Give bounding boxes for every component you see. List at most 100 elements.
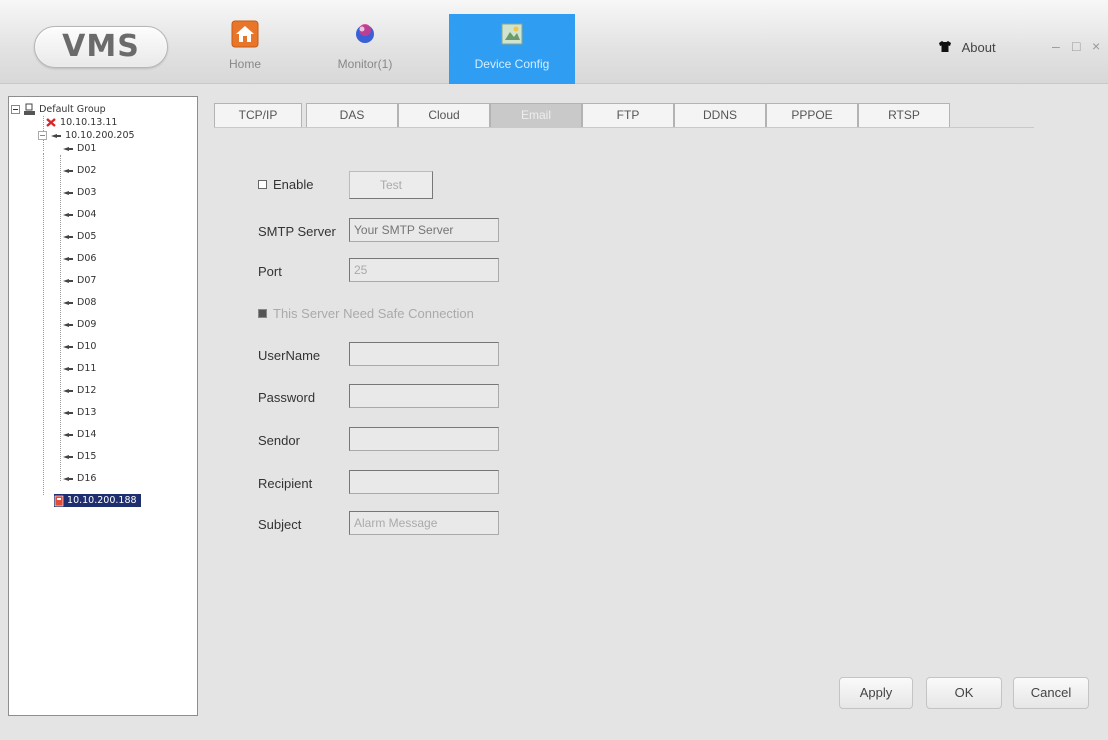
camera-icon (62, 187, 74, 198)
smtp-server-input[interactable] (349, 218, 499, 242)
tree-channel-item[interactable]: D13 (62, 406, 96, 419)
tab-rtsp[interactable]: RTSP (858, 103, 950, 127)
channel-label: D09 (77, 319, 97, 330)
tree-channel-item[interactable]: D12 (62, 384, 96, 397)
tshirt-icon (938, 40, 956, 55)
channel-label: D02 (77, 165, 97, 176)
channel-label: D03 (77, 187, 97, 198)
tree-channel-item[interactable]: D14 (62, 428, 96, 441)
about-label: About (961, 40, 996, 55)
tree-root-label: Default Group (39, 104, 106, 115)
camera-icon (62, 165, 74, 176)
tree-channel-item[interactable]: D16 (62, 472, 96, 485)
password-label: Password (258, 390, 316, 405)
tree-channel-item[interactable]: D06 (62, 252, 96, 265)
sendor-input[interactable] (349, 427, 499, 451)
camera-icon (62, 231, 74, 242)
online-device-icon (50, 130, 65, 141)
nav-device-config-button[interactable]: Device Config (449, 14, 575, 84)
tree-channel-item[interactable]: D05 (62, 230, 96, 243)
tree-channel-item[interactable]: D03 (62, 186, 96, 199)
subject-input[interactable] (349, 511, 499, 535)
sendor-label: Sendor (258, 433, 300, 448)
nav-monitor-button[interactable]: Monitor(1) (300, 14, 430, 84)
tab-tcp-ip[interactable]: TCP/IP (214, 103, 302, 127)
tab-ftp[interactable]: FTP (582, 103, 674, 127)
channel-label: D12 (77, 385, 97, 396)
tree-device-offline[interactable]: 10.10.13.11 (45, 116, 117, 129)
camera-icon (62, 473, 74, 484)
device-label: 10.10.13.11 (60, 117, 118, 128)
camera-icon (62, 319, 74, 330)
tree-channel-item[interactable]: D15 (62, 450, 96, 463)
channel-label: D16 (77, 473, 97, 484)
ok-button[interactable]: OK (926, 677, 1002, 709)
device-label: 10.10.200.188 (67, 495, 137, 506)
username-input[interactable] (349, 342, 499, 366)
title-bar: VMS Home Monitor(1) Device Config About … (0, 0, 1108, 84)
cancel-button[interactable]: Cancel (1013, 677, 1089, 709)
tree-channel-item[interactable]: D04 (62, 208, 96, 221)
tree-device-online[interactable]: 10.10.200.205 (38, 129, 135, 142)
channel-label: D13 (77, 407, 97, 418)
test-button[interactable]: Test (349, 171, 433, 199)
tree-channel-item[interactable]: D02 (62, 164, 96, 177)
about-button[interactable]: About (938, 40, 996, 55)
camera-icon (62, 363, 74, 374)
app-logo: VMS (34, 26, 168, 68)
tree-root-default-group[interactable]: Default Group (11, 103, 106, 116)
enable-checkbox[interactable] (258, 180, 267, 189)
username-label: UserName (258, 348, 321, 363)
channel-label: D10 (77, 341, 97, 352)
nav-monitor-label: Monitor(1) (337, 57, 393, 71)
camera-icon (62, 297, 74, 308)
apply-button[interactable]: Apply (839, 677, 913, 709)
channel-label: D04 (77, 209, 97, 220)
collapse-icon[interactable] (38, 130, 50, 141)
tree-device-selected[interactable]: 10.10.200.188 (54, 494, 141, 507)
password-input[interactable] (349, 384, 499, 408)
channel-label: D15 (77, 451, 97, 462)
channel-label: D11 (77, 363, 97, 374)
maximize-icon[interactable]: □ (1072, 38, 1080, 54)
port-label: Port (258, 264, 282, 279)
port-input[interactable] (349, 258, 499, 282)
channel-label: D08 (77, 297, 97, 308)
tab-das[interactable]: DAS (306, 103, 398, 127)
tab-email[interactable]: Email (490, 103, 582, 127)
nav-home-button[interactable]: Home (210, 14, 280, 84)
tab-cloud[interactable]: Cloud (398, 103, 490, 127)
group-icon (23, 103, 39, 115)
minimize-icon[interactable]: – (1052, 38, 1060, 54)
device-config-icon (449, 20, 575, 51)
channel-label: D07 (77, 275, 97, 286)
camera-icon (62, 209, 74, 220)
safe-connection-checkbox[interactable] (258, 309, 267, 318)
recipient-input[interactable] (349, 470, 499, 494)
tab-divider (214, 127, 1034, 128)
offline-device-icon (45, 117, 60, 128)
channel-label: D14 (77, 429, 97, 440)
safe-connection-label: This Server Need Safe Connection (273, 306, 474, 321)
tree-channel-item[interactable]: D08 (62, 296, 96, 309)
device-tree: Default Group 10.10.13.11 10.10.200.205 … (8, 96, 198, 716)
close-icon[interactable]: × (1092, 38, 1100, 54)
tree-channel-item[interactable]: D11 (62, 362, 96, 375)
monitor-icon (300, 20, 430, 51)
camera-icon (62, 385, 74, 396)
camera-icon (62, 429, 74, 440)
camera-icon (62, 143, 74, 154)
channel-label: D05 (77, 231, 97, 242)
smtp-server-label: SMTP Server (258, 224, 336, 239)
tree-channel-item[interactable]: D09 (62, 318, 96, 331)
tab-ddns[interactable]: DDNS (674, 103, 766, 127)
tree-channel-item[interactable]: D01 (62, 142, 96, 155)
camera-icon (62, 451, 74, 462)
tree-channel-item[interactable]: D07 (62, 274, 96, 287)
camera-icon (62, 253, 74, 264)
recipient-label: Recipient (258, 476, 313, 491)
tab-pppoe[interactable]: PPPOE (766, 103, 858, 127)
collapse-icon[interactable] (11, 104, 23, 115)
device-label: 10.10.200.205 (65, 130, 135, 141)
tree-channel-item[interactable]: D10 (62, 340, 96, 353)
